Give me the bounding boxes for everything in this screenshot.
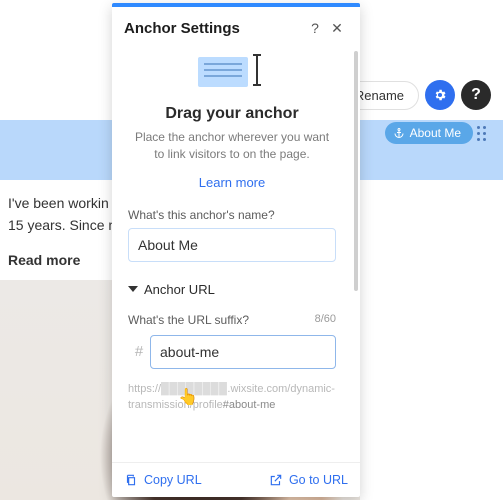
anchor-url-toggle[interactable]: Anchor URL <box>128 282 336 297</box>
settings-button[interactable] <box>425 80 455 110</box>
panel-header: Anchor Settings ? ✕ <box>112 7 360 47</box>
url-blurred-user: ████████ <box>161 383 227 395</box>
url-suffix-counter: 8/60 <box>315 313 336 325</box>
page-body-text: I've been workin 15 years. Since m Read … <box>8 192 120 271</box>
element-toolbar: Rename ? <box>340 80 491 110</box>
anchor-chip[interactable]: About Me <box>385 122 473 144</box>
help-button[interactable]: ? <box>461 80 491 110</box>
external-link-icon <box>269 473 283 487</box>
panel-title: Anchor Settings <box>124 20 304 37</box>
go-to-url-button[interactable]: Go to URL <box>269 473 348 487</box>
anchor-name-label: What's this anchor's name? <box>128 208 336 222</box>
gear-icon <box>433 88 447 102</box>
section-subtext: Place the anchor wherever you want to li… <box>128 129 336 163</box>
panel-body: Drag your anchor Place the anchor wherev… <box>112 47 360 462</box>
url-suffix-label: What's the URL suffix? <box>128 313 249 327</box>
read-more-link[interactable]: Read more <box>8 249 120 271</box>
anchor-name-input[interactable] <box>128 228 336 262</box>
panel-help-button[interactable]: ? <box>304 17 326 39</box>
url-hash: #about-me <box>223 399 276 411</box>
paragraph-line: 15 years. Since m <box>8 214 120 236</box>
question-icon: ? <box>471 86 481 104</box>
copy-icon <box>124 473 138 487</box>
url-scheme: https:// <box>128 383 161 395</box>
url-suffix-input[interactable] <box>150 335 336 369</box>
anchor-icon <box>393 127 405 139</box>
panel-close-button[interactable]: ✕ <box>326 17 348 39</box>
paragraph-line: I've been workin <box>8 192 120 214</box>
anchor-url-section-label: Anchor URL <box>144 282 215 297</box>
panel-footer: Copy URL Go to URL <box>112 462 360 497</box>
go-to-url-label: Go to URL <box>289 473 348 487</box>
learn-more-link[interactable]: Learn more <box>128 175 336 190</box>
anchor-chip-label: About Me <box>410 126 461 140</box>
anchor-settings-panel: Anchor Settings ? ✕ Drag your anchor Pla… <box>112 3 360 497</box>
copy-url-label: Copy URL <box>144 473 202 487</box>
drag-illustration <box>192 47 272 91</box>
copy-url-button[interactable]: Copy URL <box>124 473 202 487</box>
full-url-preview: https://████████.wixsite.com/dynamic-tra… <box>128 381 336 414</box>
hash-icon: # <box>128 343 150 360</box>
section-heading: Drag your anchor <box>128 105 336 123</box>
scrollbar-thumb[interactable] <box>354 51 358 291</box>
drag-handle[interactable] <box>477 126 489 142</box>
chevron-down-icon <box>128 286 138 292</box>
